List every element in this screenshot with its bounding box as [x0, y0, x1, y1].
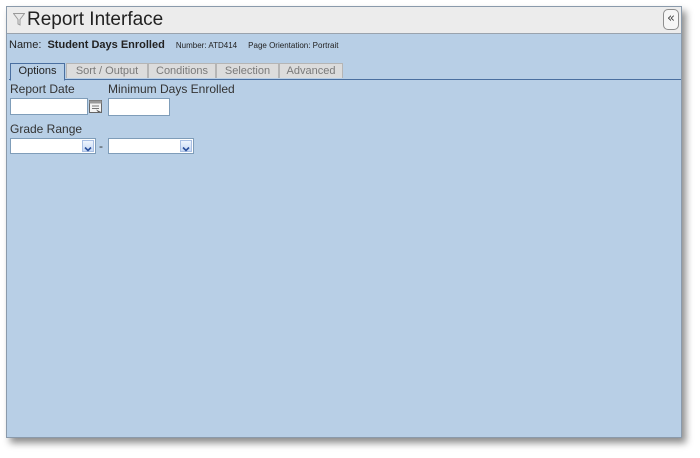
- window-title: Report Interface: [27, 9, 164, 30]
- filter-icon: [12, 13, 26, 31]
- report-name-value: Student Days Enrolled: [47, 39, 165, 51]
- tab-conditions[interactable]: Conditions: [148, 63, 216, 78]
- chevron-down-icon: [180, 140, 192, 152]
- double-chevron-left-icon: «: [667, 11, 675, 26]
- grade-from-select[interactable]: [10, 138, 96, 154]
- report-date-label: Report Date: [10, 82, 75, 96]
- min-days-label: Minimum Days Enrolled: [108, 82, 235, 96]
- tab-selection[interactable]: Selection: [216, 63, 279, 78]
- report-interface-window: Report Interface « Name: Student Days En…: [6, 6, 682, 438]
- tab-sort-output[interactable]: Sort / Output: [66, 63, 148, 78]
- min-days-input[interactable]: [108, 98, 170, 116]
- report-date-input[interactable]: [10, 98, 88, 115]
- chevron-down-icon: [82, 140, 94, 152]
- range-separator: -: [99, 139, 103, 153]
- calendar-icon[interactable]: [89, 99, 103, 118]
- tab-options[interactable]: Options: [10, 63, 65, 81]
- collapse-button[interactable]: «: [663, 9, 679, 30]
- report-number: Number: ATD414: [175, 41, 238, 50]
- tab-advanced[interactable]: Advanced: [279, 63, 343, 78]
- report-info-line: Name: Student Days Enrolled Number: ATD4…: [9, 39, 338, 51]
- grade-to-select[interactable]: [108, 138, 194, 154]
- tab-bar: Options Sort / Output Conditions Selecti…: [9, 63, 681, 81]
- report-name-label: Name:: [9, 39, 42, 51]
- page-orientation: Page Orientation: Portrait: [248, 41, 339, 50]
- grade-range-label: Grade Range: [10, 122, 83, 136]
- title-bar: Report Interface «: [7, 7, 681, 34]
